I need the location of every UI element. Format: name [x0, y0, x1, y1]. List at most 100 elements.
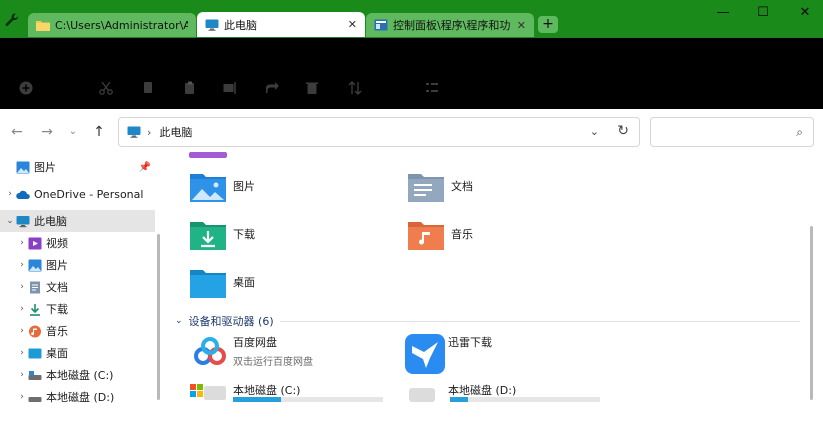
sidebar-item-videos[interactable]: › 视频 — [0, 232, 155, 254]
search-icon[interactable]: ⌕ — [796, 125, 803, 140]
folder-label: 文档 — [451, 180, 473, 193]
command-bar — [0, 37, 823, 109]
documents-folder-icon — [408, 174, 444, 202]
folder-documents[interactable]: 文档 — [408, 170, 473, 202]
pc-icon — [16, 215, 30, 227]
downloads-folder-icon — [190, 222, 226, 250]
expand-chevron-icon[interactable]: › — [16, 326, 28, 336]
folder-downloads[interactable]: 下载 — [190, 218, 255, 250]
sidebar-item-downloads[interactable]: › 下载 — [0, 298, 155, 320]
onedrive-icon — [16, 190, 30, 199]
folder-pictures[interactable]: 图片 — [190, 170, 255, 202]
rename-icon[interactable] — [222, 80, 238, 96]
sidebar-item-music[interactable]: › 音乐 — [0, 320, 155, 342]
wrench-icon[interactable] — [4, 12, 22, 30]
up-icon[interactable]: ↑ — [90, 123, 108, 141]
delete-icon[interactable] — [304, 80, 320, 96]
pc-icon — [127, 126, 141, 138]
tab-label: 此电脑 — [224, 18, 257, 32]
sidebar-item-drive-c[interactable]: › 本地磁盘 (C:) — [0, 364, 155, 386]
sort-icon[interactable] — [347, 80, 363, 96]
sidebar-item-label: 视频 — [46, 237, 68, 250]
content-pane: 图片 文档 下载 音乐 桌面 ⌄ 设备和驱动器 (6) 百度网盘 双击运行百度网… — [165, 152, 823, 402]
device-subtitle: 双击运行百度网盘 — [233, 357, 313, 368]
forward-icon[interactable]: → — [38, 123, 56, 141]
maximize-button[interactable]: ☐ — [740, 0, 786, 26]
share-icon[interactable] — [264, 80, 280, 96]
refresh-icon[interactable]: ↻ — [617, 123, 629, 139]
devices-group-header[interactable]: ⌄ 设备和驱动器 (6) — [175, 313, 274, 329]
group-label: 设备和驱动器 (6) — [188, 315, 274, 328]
sidebar-item-documents[interactable]: › 文档 — [0, 276, 155, 298]
sidebar-scrollbar[interactable] — [157, 234, 160, 400]
pictures-icon — [28, 259, 42, 271]
expand-chevron-icon[interactable]: › — [16, 304, 28, 314]
expand-chevron-icon[interactable]: › — [16, 238, 28, 248]
pc-icon — [205, 19, 219, 31]
sidebar-item-label: 图片 — [34, 161, 56, 174]
sidebar-item-onedrive[interactable]: › OneDrive - Personal — [0, 183, 155, 205]
sidebar-item-pictures-quick[interactable]: 图片 📌 — [0, 156, 155, 178]
downloads-icon — [30, 303, 40, 316]
view-icon[interactable] — [424, 80, 440, 96]
collapse-chevron-icon[interactable]: ⌄ — [175, 316, 183, 326]
expand-chevron-icon[interactable]: › — [16, 348, 28, 358]
expand-chevron-icon[interactable]: › — [4, 189, 16, 199]
tab-this-pc[interactable]: 此电脑 ✕ — [197, 12, 365, 37]
address-dropdown-icon[interactable]: ⌄ — [590, 125, 599, 138]
sidebar-item-pictures[interactable]: › 图片 — [0, 254, 155, 276]
sidebar-item-label: 图片 — [46, 259, 68, 272]
xunlei-icon — [405, 334, 445, 374]
folder-music[interactable]: 音乐 — [408, 218, 473, 250]
expand-chevron-icon[interactable]: › — [16, 282, 28, 292]
folder-label: 下载 — [233, 228, 255, 241]
breadcrumb-this-pc[interactable]: 此电脑 — [159, 124, 192, 140]
device-xunlei[interactable]: 迅雷下载 — [405, 334, 492, 374]
collapse-chevron-icon[interactable]: ⌄ — [4, 216, 16, 226]
address-bar[interactable]: › 此电脑 ⌄ ↻ — [118, 117, 640, 147]
search-box[interactable]: ⌕ — [650, 117, 814, 147]
copy-icon[interactable] — [140, 80, 156, 96]
sidebar-item-label: 桌面 — [46, 347, 68, 360]
breadcrumb-separator-icon[interactable]: › — [147, 126, 151, 139]
sidebar-item-label: OneDrive - Personal — [34, 187, 144, 201]
drive-icon — [409, 388, 435, 402]
new-item-icon[interactable] — [18, 80, 34, 96]
recent-locations-icon[interactable]: ⌄ — [64, 123, 82, 141]
baidu-netdisk-icon — [194, 337, 226, 365]
sidebar-item-label: 本地磁盘 (D:) — [46, 391, 115, 404]
expand-chevron-icon[interactable]: › — [16, 392, 28, 402]
paste-icon[interactable] — [182, 80, 198, 96]
close-window-button[interactable]: ✕ — [782, 0, 823, 26]
tab-users-folder[interactable]: C:\Users\Administrator\A — [28, 13, 196, 37]
device-drive-d[interactable]: 本地磁盘 (D:) — [405, 382, 516, 422]
device-label: 本地磁盘 (C:) — [233, 384, 301, 397]
device-drive-c[interactable]: 本地磁盘 (C:) — [190, 382, 300, 422]
sidebar-item-label: 下载 — [46, 303, 68, 316]
device-label: 本地磁盘 (D:) — [448, 384, 517, 397]
control-panel-icon — [374, 19, 388, 31]
content-scrollbar[interactable] — [810, 226, 813, 400]
device-baidu-netdisk[interactable]: 百度网盘 双击运行百度网盘 — [190, 334, 313, 374]
pictures-icon — [16, 161, 30, 173]
sidebar-item-desktop[interactable]: › 桌面 — [0, 342, 155, 364]
back-icon[interactable]: ← — [8, 123, 26, 141]
desktop-folder-icon — [190, 270, 226, 298]
close-tab-icon[interactable]: ✕ — [517, 19, 526, 32]
address-row: ← → ⌄ ↑ › 此电脑 ⌄ ↻ ⌕ — [0, 109, 823, 154]
new-tab-button[interactable]: + — [538, 16, 558, 33]
tab-control-panel[interactable]: 控制面板\程序\程序和功能 ✕ — [366, 13, 534, 37]
pin-icon[interactable]: 📌 — [139, 162, 151, 173]
tab-label: C:\Users\Administrator\A — [55, 18, 188, 32]
sidebar-item-this-pc[interactable]: ⌄ 此电脑 — [0, 210, 155, 232]
tab-label: 控制面板\程序\程序和功能 — [393, 19, 511, 32]
folder-desktop[interactable]: 桌面 — [190, 266, 255, 298]
sidebar-item-drive-d[interactable]: › 本地磁盘 (D:) — [0, 386, 155, 408]
expand-chevron-icon[interactable]: › — [16, 260, 28, 270]
close-tab-icon[interactable]: ✕ — [348, 18, 357, 31]
folder-icon — [36, 21, 50, 31]
expand-chevron-icon[interactable]: › — [16, 370, 28, 380]
cut-icon[interactable] — [98, 80, 114, 96]
sidebar-item-label: 文档 — [46, 281, 68, 294]
navigation-pane: 图片 📌 › OneDrive - Personal ⌄ 此电脑 › 视频 › … — [0, 154, 165, 404]
